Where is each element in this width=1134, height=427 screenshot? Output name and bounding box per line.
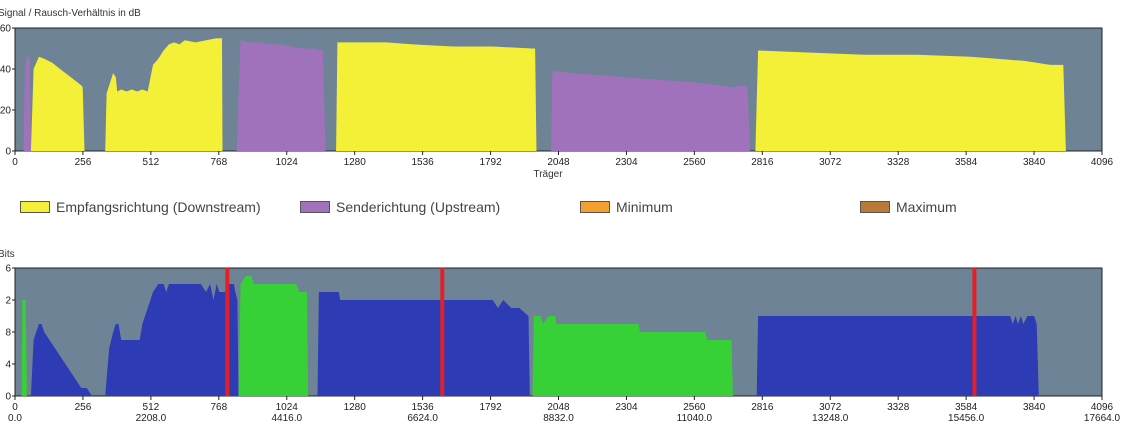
x-tick-label-secondary: 6624.0	[407, 413, 438, 424]
snr-x-ticks: 0 256 512 768 1024 1280 1536 1792 2048 2304 2560 28…	[12, 151, 1114, 168]
x-tick-label: 1280	[344, 402, 367, 413]
x-tick-label-secondary: 0.0	[8, 413, 22, 424]
x-tick-label: 1792	[479, 402, 502, 413]
y-tick-label: 0	[5, 147, 11, 158]
x-tick-label-secondary: 17664.0	[1084, 413, 1121, 424]
legend-item-downstream: Empfangsrichtung (Downstream)	[20, 199, 261, 215]
x-tick-label: 3328	[887, 157, 910, 168]
x-tick-label-secondary: 4416.0	[271, 413, 302, 424]
legend-swatch-maximum	[860, 201, 890, 213]
y-tick-label: 6	[5, 264, 11, 275]
marker-line-1	[440, 268, 445, 396]
x-tick-label: 0	[12, 402, 18, 413]
legend-swatch-minimum	[580, 201, 610, 213]
area-segment-0-6	[755, 50, 1066, 151]
legend-label-downstream: Empfangsrichtung (Downstream)	[56, 199, 261, 215]
x-tick-label: 2048	[547, 402, 570, 413]
x-tick-label: 256	[75, 157, 92, 168]
x-tick-label: 1024	[276, 402, 299, 413]
x-tick-label: 2304	[615, 402, 638, 413]
y-tick-label: 20	[0, 106, 11, 117]
x-tick-label: 2816	[751, 402, 774, 413]
x-tick-label: 3072	[819, 402, 842, 413]
snr-chart: Signal / Rausch-Verhältnis in dB 0 20 40 60…	[0, 8, 1114, 180]
x-tick-label: 4096	[1091, 402, 1114, 413]
y-tick-label: 0	[5, 392, 11, 403]
legend-item-minimum: Minimum	[580, 199, 673, 215]
y-tick-label: 4	[5, 360, 11, 371]
x-tick-label: 2048	[547, 157, 570, 168]
x-tick-label: 2560	[683, 157, 706, 168]
x-tick-label-secondary: 13248.0	[812, 413, 849, 424]
y-tick-label: 8	[5, 328, 11, 339]
area-segment-0-3	[236, 40, 326, 151]
area-segment-1-3	[238, 276, 309, 396]
legend-item-upstream: Senderichtung (Upstream)	[300, 199, 500, 215]
x-tick-label: 2304	[615, 157, 638, 168]
snr-y-axis-title: Signal / Rausch-Verhältnis in dB	[0, 8, 141, 19]
bits-chart: Bits 0 4 8 2 6 0 256 512 768 1024 1280 1536 1792 204…	[0, 249, 1121, 424]
legend-label-maximum: Maximum	[896, 199, 957, 215]
x-tick-label: 256	[75, 402, 92, 413]
snr-y-ticks: 0 20 40 60	[0, 24, 15, 158]
x-tick-label: 4096	[1091, 157, 1114, 168]
legend-swatch-upstream	[300, 201, 330, 213]
x-tick-label-secondary: 11040.0	[677, 413, 713, 424]
x-tick-label: 3840	[1023, 157, 1046, 168]
x-tick-label: 512	[143, 402, 160, 413]
bits-y-axis-title: Bits	[0, 249, 15, 260]
x-tick-label: 0	[12, 157, 18, 168]
x-tick-label: 512	[143, 157, 160, 168]
y-tick-label: 40	[0, 65, 11, 76]
x-tick-label: 1024	[276, 157, 299, 168]
area-segment-0-4	[336, 42, 537, 151]
x-tick-label: 3328	[887, 402, 910, 413]
marker-line-0	[225, 268, 230, 396]
x-tick-label: 1536	[412, 157, 435, 168]
y-tick-label: 60	[0, 24, 11, 35]
bits-x-ticks: 0 256 512 768 1024 1280 1536 1792 2048 2304 2560 28…	[8, 396, 1121, 424]
area-segment-1-6	[756, 316, 1039, 396]
y-tick-label: 2	[5, 296, 11, 307]
legend-swatch-downstream	[20, 201, 50, 213]
x-tick-label-secondary: 2208.0	[136, 413, 167, 424]
x-tick-label: 768	[210, 402, 227, 413]
x-tick-label: 3072	[819, 157, 842, 168]
legend: Empfangsrichtung (Downstream) Sendericht…	[0, 199, 1134, 217]
x-tick-label: 3840	[1023, 402, 1046, 413]
x-tick-label: 1280	[344, 157, 367, 168]
bits-y-ticks: 0 4 8 2 6	[5, 264, 15, 403]
x-tick-label: 1536	[412, 402, 435, 413]
x-tick-label: 2816	[751, 157, 774, 168]
legend-label-upstream: Senderichtung (Upstream)	[336, 199, 501, 215]
x-tick-label: 3584	[955, 402, 978, 413]
x-tick-label: 3584	[955, 157, 978, 168]
legend-item-maximum: Maximum	[860, 199, 957, 215]
x-tick-label: 1792	[479, 157, 502, 168]
x-tick-label-secondary: 15456.0	[948, 413, 985, 424]
x-tick-label: 2560	[683, 402, 706, 413]
snr-x-axis-title: Träger	[533, 169, 563, 180]
x-tick-label-secondary: 8832.0	[543, 413, 574, 424]
legend-label-minimum: Minimum	[616, 199, 673, 215]
x-tick-label: 768	[210, 157, 227, 168]
marker-line-2	[972, 268, 977, 396]
